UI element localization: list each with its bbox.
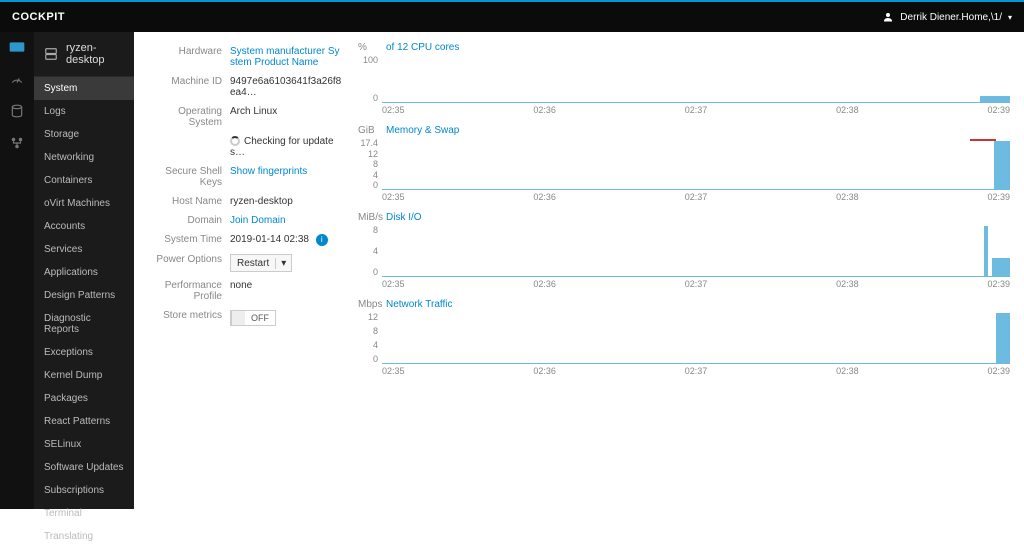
rail-gauge-icon[interactable]	[9, 72, 25, 86]
time-value: 2019-01-14 02:38 i	[230, 234, 342, 246]
machine-id-label: Machine ID	[142, 76, 230, 98]
disk-chart: MiB/s Disk I/O 8 4 0 02:35 0	[358, 212, 1010, 289]
time-label: System Time	[142, 234, 230, 246]
sidebar-item-services[interactable]: Services	[34, 238, 134, 261]
sidebar-item-applications[interactable]: Applications	[34, 261, 134, 284]
swap-marker	[970, 139, 996, 141]
os-label: Operating System	[142, 106, 230, 128]
network-chart: Mbps Network Traffic 12 8 4 0 02:35	[358, 299, 1010, 376]
hostname-value: ryzen-desktop	[230, 196, 342, 207]
chevron-down-icon: ▾	[1008, 13, 1012, 22]
nav-rail	[0, 32, 34, 509]
sidebar-item-accounts[interactable]: Accounts	[34, 215, 134, 238]
sidebar-item-diagnostic-reports[interactable]: Diagnostic Reports	[34, 307, 134, 341]
hardware-label: Hardware	[142, 46, 230, 68]
sidebar-item-design-patterns[interactable]: Design Patterns	[34, 284, 134, 307]
ssh-label: Secure Shell Keys	[142, 166, 230, 188]
disk-plot	[382, 225, 1010, 277]
hardware-link[interactable]: System manufacturer System Product Name	[230, 46, 339, 68]
machine-id-value: 9497e6a6103641f3a26f8ea4…	[230, 76, 342, 98]
sidebar-item-selinux[interactable]: SELinux	[34, 433, 134, 456]
rail-storage-icon[interactable]	[9, 104, 25, 118]
cpu-unit: %	[358, 42, 382, 53]
net-x-axis: 02:35 02:36 02:37 02:38 02:39	[382, 366, 1010, 376]
network-chart-title[interactable]: Network Traffic	[386, 299, 453, 310]
charts: % of 12 CPU cores 1000 02:35 02:36 02:37…	[358, 42, 1010, 499]
host-name: ryzen-desktop	[66, 42, 124, 66]
join-domain-link[interactable]: Join Domain	[230, 215, 286, 226]
hostname-label: Host Name	[142, 196, 230, 207]
memory-plot	[382, 138, 1010, 190]
cpu-chart-title[interactable]: of 12 CPU cores	[386, 42, 459, 53]
profile-value: none	[230, 280, 342, 302]
rail-dashboard-icon[interactable]	[9, 40, 25, 54]
sidebar-item-networking[interactable]: Networking	[34, 146, 134, 169]
topbar: COCKPIT Derrik Diener.Home,\1/ ▾	[0, 0, 1024, 32]
cpu-plot	[382, 55, 1010, 103]
power-label: Power Options	[142, 254, 230, 272]
network-plot	[382, 312, 1010, 364]
spinner-icon	[230, 136, 240, 146]
sidebar-item-exceptions[interactable]: Exceptions	[34, 341, 134, 364]
sidebar-item-system[interactable]: System	[34, 77, 134, 100]
disk-chart-title[interactable]: Disk I/O	[386, 212, 422, 223]
mem-x-axis: 02:35 02:36 02:37 02:38 02:39	[382, 192, 1010, 202]
sidebar-item-storage[interactable]: Storage	[34, 123, 134, 146]
os-value: Arch Linux	[230, 106, 342, 128]
user-menu[interactable]: Derrik Diener.Home,\1/ ▾	[882, 11, 1012, 23]
net-unit: Mbps	[358, 299, 382, 310]
sidebar-item-terminal[interactable]: Terminal	[34, 502, 134, 525]
profile-label: Performance Profile	[142, 280, 230, 302]
rail-network-icon[interactable]	[9, 136, 25, 150]
disk-unit: MiB/s	[358, 212, 382, 223]
sidebar-item-subscriptions[interactable]: Subscriptions	[34, 479, 134, 502]
sidebar-item-react-patterns[interactable]: React Patterns	[34, 410, 134, 433]
sidebar-list: SystemLogsStorageNetworkingContainersoVi…	[34, 77, 134, 548]
cpu-x-axis: 02:35 02:36 02:37 02:38 02:39	[382, 105, 1010, 115]
sidebar-item-packages[interactable]: Packages	[34, 387, 134, 410]
sidebar-item-containers[interactable]: Containers	[34, 169, 134, 192]
memory-chart-title[interactable]: Memory & Swap	[386, 125, 459, 136]
metrics-label: Store metrics	[142, 310, 230, 328]
main-content: Hardware System manufacturer System Prod…	[134, 32, 1024, 509]
brand: COCKPIT	[12, 11, 65, 23]
sidebar-item-ovirt-machines[interactable]: oVirt Machines	[34, 192, 134, 215]
system-info: Hardware System manufacturer System Prod…	[142, 42, 342, 499]
cpu-chart: % of 12 CPU cores 1000 02:35 02:36 02:37…	[358, 42, 1010, 115]
user-icon	[882, 11, 894, 23]
power-restart-button[interactable]: Restart ▾	[230, 254, 292, 272]
sidebar-item-software-updates[interactable]: Software Updates	[34, 456, 134, 479]
disk-x-axis: 02:35 02:36 02:37 02:38 02:39	[382, 279, 1010, 289]
ssh-fingerprints-link[interactable]: Show fingerprints	[230, 166, 307, 177]
host-selector[interactable]: ryzen-desktop	[34, 32, 134, 77]
user-name: Derrik Diener.Home,\1/	[900, 12, 1002, 23]
mem-unit: GiB	[358, 125, 382, 136]
info-icon[interactable]: i	[316, 234, 328, 246]
memory-chart: GiB Memory & Swap 17.4 12 8 4 0	[358, 125, 1010, 202]
sidebar: ryzen-desktop SystemLogsStorageNetworkin…	[34, 32, 134, 509]
domain-label: Domain	[142, 215, 230, 226]
sidebar-item-kernel-dump[interactable]: Kernel Dump	[34, 364, 134, 387]
chevron-down-icon[interactable]: ▾	[275, 258, 291, 269]
server-icon	[44, 47, 58, 61]
updates-status: Checking for updates…	[230, 136, 342, 158]
sidebar-item-translating[interactable]: Translating	[34, 525, 134, 548]
sidebar-item-logs[interactable]: Logs	[34, 100, 134, 123]
store-metrics-toggle[interactable]: OFF	[230, 310, 276, 326]
